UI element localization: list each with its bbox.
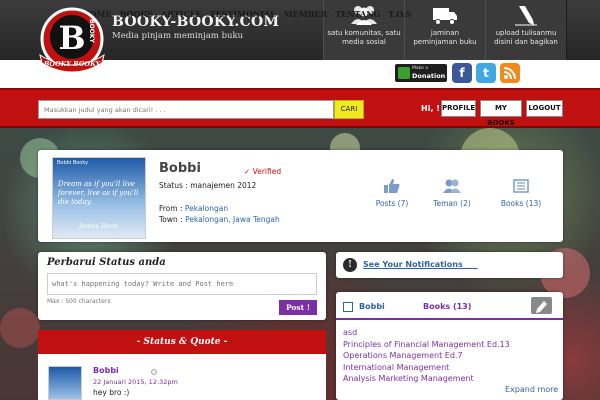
nav-tos[interactable]: T.O.S: [388, 9, 411, 19]
status-quote-header: - Status & Quote -: [38, 330, 326, 354]
donate-icon: [398, 67, 410, 79]
status-text: hey bro :): [93, 388, 130, 397]
nav-tentang[interactable]: TENTANG: [335, 9, 380, 19]
photo-signature: James Dean: [79, 222, 119, 230]
notifications-link[interactable]: See Your Notifications ___: [363, 260, 478, 269]
search-button[interactable]: CARI: [334, 100, 364, 119]
from-link[interactable]: Pekalongan: [185, 204, 228, 213]
profile-town: Town : Pekalongan, Jawa Tengah: [159, 215, 280, 224]
status-input[interactable]: [47, 273, 317, 295]
stat-books-label: Books (13): [500, 199, 542, 208]
stat-friends[interactable]: Teman (2): [422, 178, 482, 208]
post-button[interactable]: Post !: [279, 300, 317, 315]
svg-text:BOOKY BOOKY: BOOKY BOOKY: [43, 60, 102, 68]
donate-button[interactable]: Make a Donation: [395, 64, 447, 82]
status-date: 22 Januari 2015, 12:32pm: [93, 378, 178, 386]
svg-text:B: B: [58, 19, 85, 57]
search-input[interactable]: [38, 100, 334, 119]
twitter-icon[interactable]: t: [476, 63, 496, 83]
friends-icon: [443, 179, 461, 193]
book-item[interactable]: asd: [343, 327, 510, 339]
stat-posts[interactable]: Posts (7): [362, 178, 422, 208]
expand-more-link[interactable]: Expand more: [505, 385, 558, 394]
site-tagline: Media pinjam meminjam buku: [112, 31, 244, 41]
status-option-icon[interactable]: [151, 369, 157, 375]
pen-icon: [515, 6, 537, 26]
stat-friends-label: Teman (2): [433, 199, 471, 208]
profile-name: Bobbi: [159, 161, 201, 176]
svg-text:BOOKY: BOOKY: [88, 19, 95, 43]
books-count[interactable]: Books (13): [423, 302, 471, 311]
status-avatar[interactable]: [48, 366, 82, 400]
truck-icon: [433, 8, 457, 25]
town-label: Town :: [159, 215, 186, 224]
town-link[interactable]: Pekalongan, Jawa Tengah: [185, 215, 280, 224]
stat-posts-label: Posts (7): [375, 199, 409, 208]
photo-caption: Bobbi Booky: [57, 160, 89, 166]
my-books-button[interactable]: MY BOOKS: [480, 100, 522, 127]
feature-community-label: satu komunitas, satu media sosial: [327, 29, 401, 46]
nav-member[interactable]: MEMBER: [284, 9, 327, 19]
feature-upload-label: upload tulisanmu disini dan bagikan: [494, 29, 558, 46]
books-divider: [336, 318, 563, 320]
logout-button[interactable]: LOGOUT: [526, 100, 563, 117]
nav-books[interactable]: BOOKS: [119, 9, 153, 19]
stat-books[interactable]: Books (13): [491, 178, 551, 208]
rss-icon[interactable]: [500, 63, 520, 83]
profile-photo[interactable]: Bobbi Booky Dream as if you'll live fore…: [52, 157, 146, 239]
user-greeting: Hi, !: [421, 104, 440, 113]
donate-label: Donation: [412, 72, 446, 80]
nav-testimonial[interactable]: TESTIMONIAL: [210, 9, 276, 19]
books-icon: [513, 179, 529, 193]
book-item[interactable]: International Management: [343, 362, 510, 374]
edit-icon[interactable]: [531, 297, 552, 314]
nav-article[interactable]: ARTICLE: [161, 9, 202, 19]
book-item[interactable]: Analysis Marketing Management: [343, 373, 510, 385]
profile-button[interactable]: PROFILE: [441, 100, 476, 117]
status-max-note: Max : 500 characters: [47, 298, 111, 305]
alert-icon: !: [343, 258, 357, 272]
feature-upload[interactable]: upload tulisanmu disini dan bagikan: [485, 0, 567, 60]
thumbs-up-icon: [384, 179, 400, 193]
nav-links: HOME BOOKS ARTICLE TESTIMONIAL MEMBER TENTANG…: [82, 9, 419, 19]
books-owner[interactable]: Bobbi: [359, 302, 385, 311]
feature-guarantee-label: jaminan peminjaman buku: [413, 29, 477, 46]
status-update-title: Perbarui Status anda: [47, 257, 166, 268]
photo-quote: Dream as if you'll live forever, live as…: [58, 180, 139, 206]
book-item[interactable]: Operations Management Ed.7: [343, 350, 510, 362]
site-logo[interactable]: B BOOKY BOOKY BOOKY: [36, 3, 108, 75]
profile-from: From : Pekalongan: [159, 204, 228, 213]
verified-badge: ✓ Verified: [244, 167, 282, 176]
profile-status: Status : manajemen 2012: [159, 181, 257, 190]
books-list: asd Principles of Financial Management E…: [343, 327, 510, 385]
status-author[interactable]: Bobbi: [93, 366, 119, 375]
book-list-icon: [343, 302, 353, 312]
book-item[interactable]: Principles of Financial Management Ed.13: [343, 339, 510, 351]
from-label: From :: [159, 204, 185, 213]
facebook-icon[interactable]: f: [452, 63, 472, 83]
donate-small-label: Make a: [412, 66, 429, 71]
